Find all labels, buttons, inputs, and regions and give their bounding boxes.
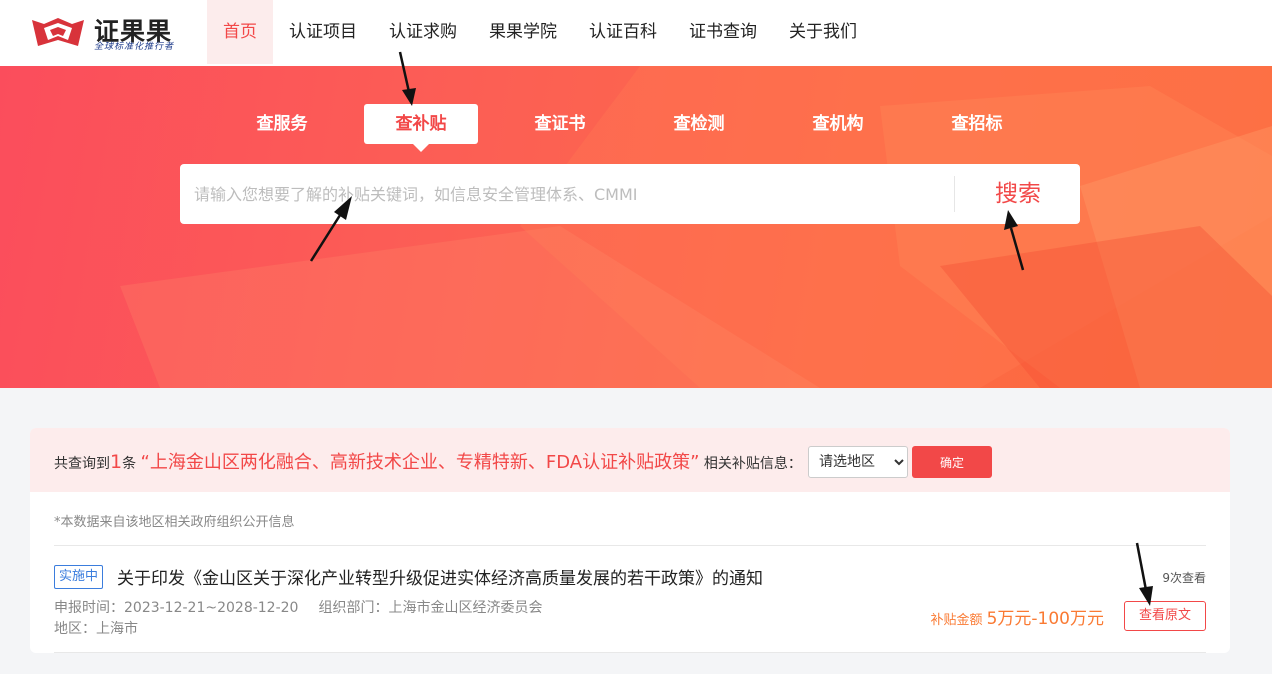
logo-slogan: 全球标准化推行者 — [94, 42, 175, 52]
subsidy-amount: 补贴金额 5万元-100万元 — [930, 604, 1104, 629]
hero-banner: 查服务 查补贴 查证书 查检测 查机构 查招标 搜索 — [0, 66, 1272, 388]
tab-certificate[interactable]: 查证书 — [503, 104, 617, 144]
tab-testing[interactable]: 查检测 — [642, 104, 756, 144]
nav-item-home[interactable]: 首页 — [207, 0, 273, 64]
application-period: 2023-12-21~2028-12-20 — [124, 600, 299, 616]
region-value: 上海市 — [96, 621, 138, 637]
tab-service[interactable]: 查服务 — [225, 104, 339, 144]
data-source-notice: *本数据来自该地区相关政府组织公开信息 — [54, 515, 295, 530]
site-logo[interactable]: 证果果 全球标准化推行者 — [30, 12, 190, 54]
region-label: 地区： — [54, 621, 96, 637]
top-header: 证果果 全球标准化推行者 首页 认证项目 认证求购 果果学院 认证百科 证书查询… — [0, 0, 1272, 66]
summary-count-unit: 条 — [122, 456, 137, 472]
main-nav: 首页 认证项目 认证求购 果果学院 认证百科 证书查询 关于我们 — [207, 0, 873, 66]
region-select[interactable]: 请选地区 — [808, 446, 908, 478]
search-bar: 搜索 — [180, 164, 1080, 224]
results-panel: 共查询到1条 “上海金山区两化融合、高新技术企业、专精特新、FDA认证补贴政策”… — [30, 428, 1230, 653]
view-original-button[interactable]: 查看原文 — [1124, 601, 1206, 631]
nav-item-certification-projects[interactable]: 认证项目 — [273, 0, 373, 64]
divider — [54, 545, 1206, 546]
hero-background-pattern — [120, 66, 1272, 388]
period-label: 申报时间： — [54, 600, 124, 616]
nav-item-certificate-query[interactable]: 证书查询 — [673, 0, 773, 64]
divider — [54, 652, 1206, 653]
result-count: 1 — [110, 451, 123, 473]
summary-suffix: 相关补贴信息： — [703, 456, 802, 472]
search-button[interactable]: 搜索 — [956, 164, 1080, 224]
amount-label: 补贴金额 — [930, 613, 983, 628]
results-summary-bar: 共查询到1条 “上海金山区两化融合、高新技术企业、专精特新、FDA认证补贴政策”… — [30, 428, 1230, 492]
tab-bidding[interactable]: 查招标 — [920, 104, 1034, 144]
nav-item-certification-purchase[interactable]: 认证求购 — [373, 0, 473, 64]
summary-prefix: 共查询到 — [54, 456, 110, 472]
status-badge: 实施中 — [54, 565, 104, 589]
search-divider — [954, 176, 955, 212]
search-keyword: “上海金山区两化融合、高新技术企业、专精特新、FDA认证补贴政策” — [140, 452, 700, 473]
nav-item-about-us[interactable]: 关于我们 — [773, 0, 873, 64]
confirm-button[interactable]: 确定 — [912, 446, 992, 478]
tab-subsidy[interactable]: 查补贴 — [364, 104, 478, 152]
policy-title-link[interactable]: 关于印发《金山区关于深化产业转型升级促进实体经济高质量发展的若干政策》的通知 — [117, 564, 763, 589]
logo-mark-icon — [32, 18, 84, 46]
organizing-department: 上海市金山区经济委员会 — [388, 600, 543, 616]
nav-item-encyclopedia[interactable]: 认证百科 — [573, 0, 673, 64]
department-label: 组织部门： — [318, 600, 389, 616]
tab-institution[interactable]: 查机构 — [781, 104, 895, 144]
item-region-line: 地区：上海市 — [54, 618, 138, 638]
results-summary: 共查询到1条 “上海金山区两化融合、高新技术企业、专精特新、FDA认证补贴政策”… — [54, 448, 802, 474]
amount-value: 5万元-100万元 — [986, 609, 1104, 629]
search-input[interactable] — [194, 174, 934, 214]
view-count: 9次查看 — [1162, 571, 1206, 585]
nav-item-academy[interactable]: 果果学院 — [473, 0, 573, 64]
item-meta-line: 申报时间：2023-12-21~2028-12-20 组织部门：上海市金山区经济委… — [54, 597, 542, 617]
